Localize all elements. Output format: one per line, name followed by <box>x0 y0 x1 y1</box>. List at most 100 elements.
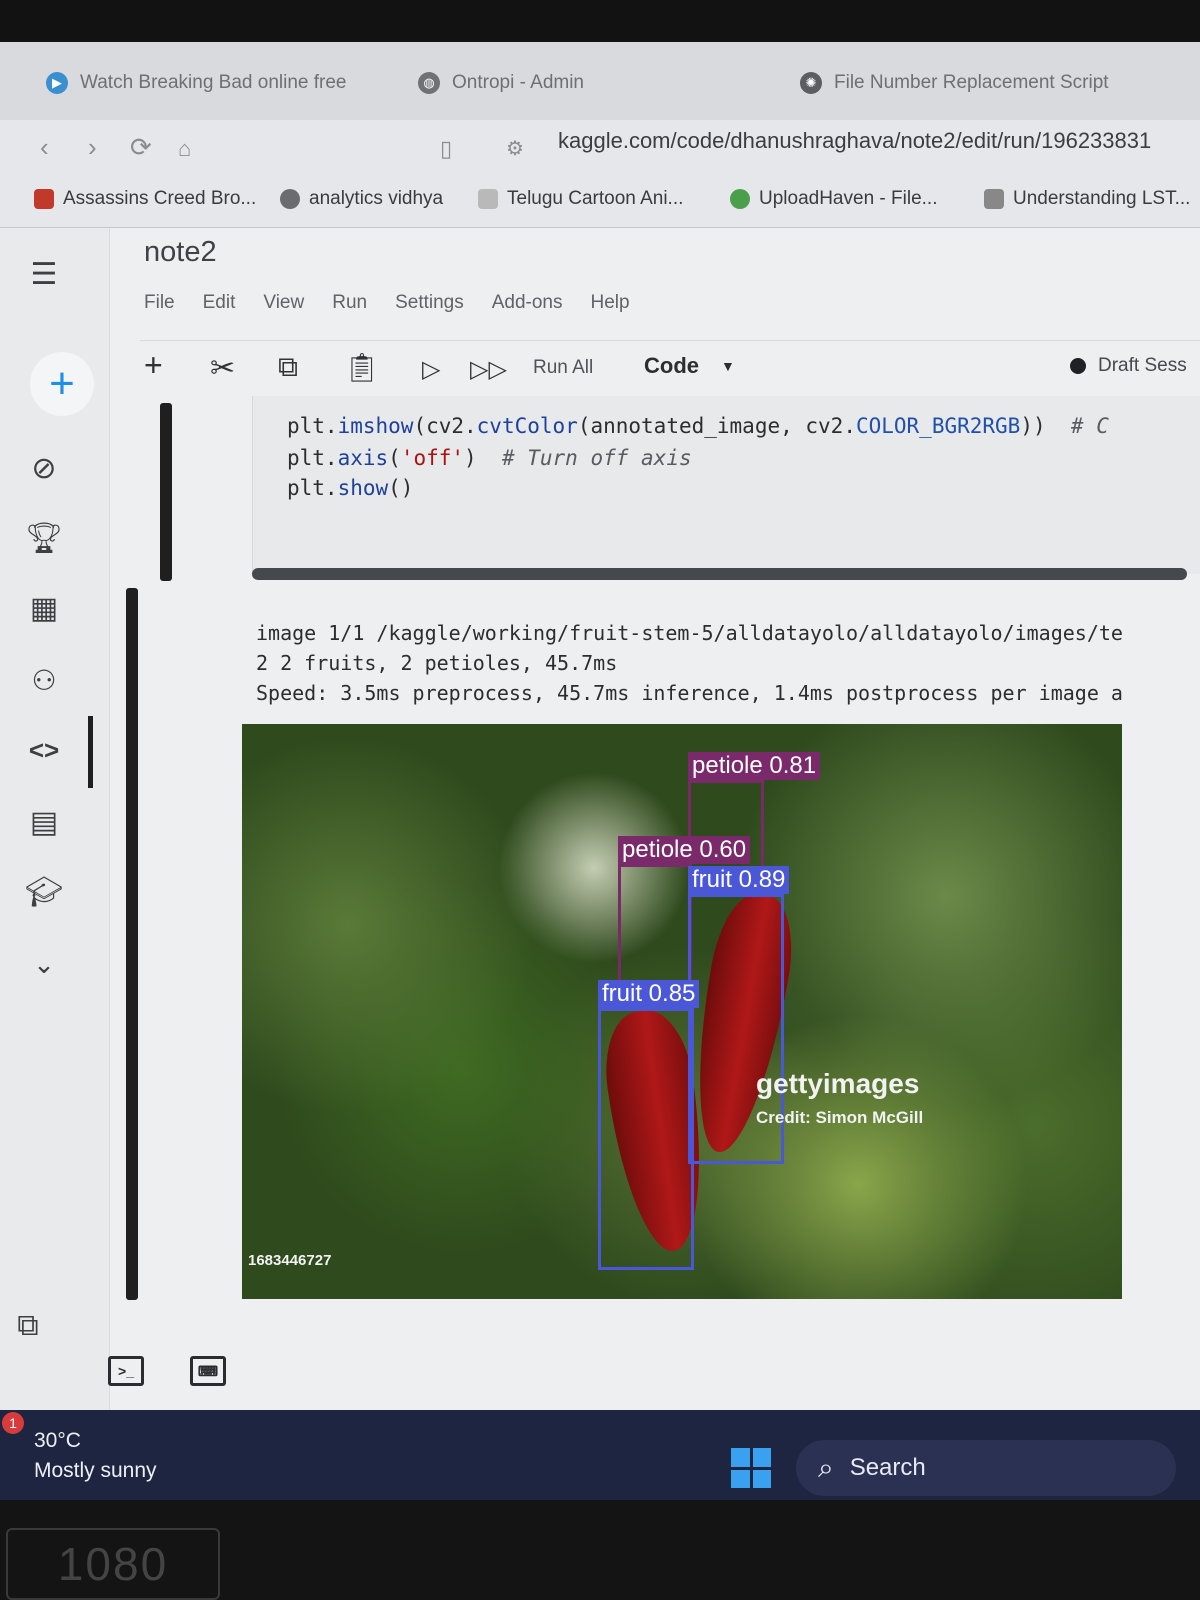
notebook-menu-bar: File Edit View Run Settings Add-ons Help <box>144 292 630 314</box>
bookmark-favicon <box>984 189 1004 209</box>
notification-badge: 1 <box>2 1412 24 1434</box>
menu-view[interactable]: View <box>263 292 304 314</box>
session-status-dot-icon <box>1070 358 1086 374</box>
bookmark-uploadhaven[interactable]: UploadHaven - File... <box>730 188 937 210</box>
detection-label: petiole 0.60 <box>618 836 751 864</box>
bookmark-favicon <box>478 189 498 209</box>
run-all-icon[interactable]: ▷▷ <box>470 355 507 384</box>
monitor-bezel <box>0 0 1200 42</box>
session-status[interactable]: Draft Sess <box>1070 355 1187 377</box>
menu-help[interactable]: Help <box>591 292 630 314</box>
temperature: 30°C <box>34 1429 81 1452</box>
cell-selection-bar <box>160 403 172 581</box>
back-icon[interactable]: ‹ <box>40 132 49 163</box>
bookmark-understanding-lstm[interactable]: Understanding LST... <box>984 188 1190 210</box>
search-icon: ⌕ <box>818 1451 834 1483</box>
detection-box-petiole <box>618 864 692 992</box>
bottom-panel-icons: >_ ⌨ <box>108 1356 226 1386</box>
menu-file[interactable]: File <box>144 292 175 314</box>
trophy-icon[interactable]: 🏆︎ <box>20 514 68 562</box>
notebook-toolbar: + ✂ ⧉ 📋︎ ▷ ▷▷ Run All Code ▼ Draft Sess <box>140 340 1200 394</box>
datasets-table-icon[interactable]: ▦ <box>20 584 68 632</box>
weather-condition: Mostly sunny <box>34 1459 157 1482</box>
play-icon: ▶ <box>46 72 68 94</box>
tab-label: File Number Replacement Script <box>834 72 1109 93</box>
detection-label: petiole 0.81 <box>688 752 821 780</box>
image-id: 1683446727 <box>248 1252 332 1269</box>
create-plus-icon[interactable]: + <box>30 352 94 416</box>
browser-tab-bar: ▶ Watch Breaking Bad online free ◍ Ontro… <box>0 42 1200 120</box>
bookmarks-bar: Assassins Creed Bro... analytics vidhya … <box>0 176 1200 228</box>
tab-file-number[interactable]: ✺ File Number Replacement Script <box>800 68 1109 98</box>
taskbar-search[interactable]: ⌕ Search <box>796 1440 1176 1496</box>
chevron-down-icon[interactable]: ⌄ <box>20 940 68 988</box>
menu-edit[interactable]: Edit <box>203 292 236 314</box>
address-bar[interactable]: kaggle.com/code/dhanushraghava/note2/edi… <box>558 128 1151 154</box>
monitor-resolution-label: 1080 <box>6 1528 220 1600</box>
output-line: 2 2 fruits, 2 petioles, 45.7ms <box>256 651 618 675</box>
weather-widget[interactable]: 30°C Mostly sunny <box>34 1426 157 1486</box>
openai-icon: ✺ <box>800 72 822 94</box>
left-navigation-rail: ☰ + ⊘ 🏆︎ ▦ ⚇ <> ▤ 🎓︎ ⌄ ⧉ <box>0 228 110 1410</box>
keyboard-icon[interactable]: ⌨ <box>190 1356 226 1386</box>
detection-box-fruit <box>598 1008 694 1270</box>
search-label: Search <box>849 1454 926 1481</box>
windows-start-icon[interactable] <box>731 1448 771 1488</box>
cell-type-dropdown[interactable]: Code ▼ <box>644 353 735 379</box>
notebook-title[interactable]: note2 <box>144 236 217 269</box>
caret-down-icon: ▼ <box>721 358 735 374</box>
horizontal-scrollbar[interactable] <box>252 568 1187 580</box>
tab-label: Watch Breaking Bad online free <box>80 72 347 93</box>
panel-divider[interactable] <box>88 716 93 788</box>
cell-type-label: Code <box>644 353 699 378</box>
cut-scissors-icon[interactable]: ✂ <box>210 351 235 386</box>
reload-icon[interactable]: ⟳ <box>130 132 152 163</box>
output-selection-bar <box>126 588 138 1300</box>
models-icon[interactable]: ⚇ <box>20 656 68 704</box>
bookmark-favicon <box>34 189 54 209</box>
bookmark-label: analytics vidhya <box>309 188 444 209</box>
session-status-label: Draft Sess <box>1098 355 1187 376</box>
home-icon[interactable]: ⌂ <box>178 136 191 162</box>
tab-ontropi[interactable]: ◍ Ontropi - Admin <box>418 68 584 98</box>
recently-viewed-icon[interactable]: ⧉ <box>4 1302 52 1350</box>
bookmark-label: Assassins Creed Bro... <box>63 188 257 209</box>
discussion-icon[interactable]: ▤ <box>20 798 68 846</box>
site-settings-icon[interactable]: ⚙ <box>506 136 524 161</box>
bookmark-analytics-vidhya[interactable]: analytics vidhya <box>280 188 443 210</box>
globe-icon: ◍ <box>418 72 440 94</box>
run-cell-play-icon[interactable]: ▷ <box>422 355 440 384</box>
bookmark-label: Understanding LST... <box>1013 188 1191 209</box>
menu-add-ons[interactable]: Add-ons <box>492 292 563 314</box>
bookmark-label: UploadHaven - File... <box>759 188 938 209</box>
bookmark-label: Telugu Cartoon Ani... <box>507 188 684 209</box>
output-line: Speed: 3.5ms preprocess, 45.7ms inferenc… <box>256 681 1123 705</box>
console-icon[interactable]: >_ <box>108 1356 144 1386</box>
output-line: image 1/1 /kaggle/working/fruit-stem-5/a… <box>256 621 1123 645</box>
code-line: plt.show() <box>287 476 414 500</box>
menu-settings[interactable]: Settings <box>395 292 464 314</box>
cell-output-text: image 1/1 /kaggle/working/fruit-stem-5/a… <box>256 618 1123 708</box>
tab-breaking-bad[interactable]: ▶ Watch Breaking Bad online free <box>46 68 347 98</box>
code-cell-editor[interactable]: plt.imshow(cv2.cvtColor(annotated_image,… <box>252 396 1200 574</box>
detection-label: fruit 0.85 <box>598 980 700 1008</box>
menu-run[interactable]: Run <box>332 292 367 314</box>
kaggle-notebook-editor: ☰ + ⊘ 🏆︎ ▦ ⚇ <> ▤ 🎓︎ ⌄ ⧉ note2 File Edit… <box>0 228 1200 1410</box>
compass-icon[interactable]: ⊘ <box>20 444 68 492</box>
hamburger-menu-icon[interactable]: ☰ <box>20 250 68 298</box>
detection-label: fruit 0.89 <box>688 866 790 894</box>
bookmark-telugu-cartoon[interactable]: Telugu Cartoon Ani... <box>478 188 683 210</box>
paste-clipboard-icon[interactable]: 📋︎ <box>344 351 380 384</box>
tab-label: Ontropi - Admin <box>452 72 584 93</box>
forward-icon[interactable]: › <box>88 132 97 163</box>
bookmark-assassins[interactable]: Assassins Creed Bro... <box>34 188 256 210</box>
bookmark-favicon <box>280 189 300 209</box>
code-icon[interactable]: <> <box>20 726 68 774</box>
bookmark-favicon <box>730 189 750 209</box>
annotated-detection-image: petiole 0.81 petiole 0.60 fruit 0.89 fru… <box>242 724 1122 1299</box>
add-cell-icon[interactable]: + <box>144 347 163 384</box>
bookmark-icon[interactable]: ▯ <box>440 136 452 162</box>
copy-icon[interactable]: ⧉ <box>278 351 298 384</box>
learn-graduation-icon[interactable]: 🎓︎ <box>20 868 68 916</box>
run-all-button[interactable]: Run All <box>533 357 593 379</box>
